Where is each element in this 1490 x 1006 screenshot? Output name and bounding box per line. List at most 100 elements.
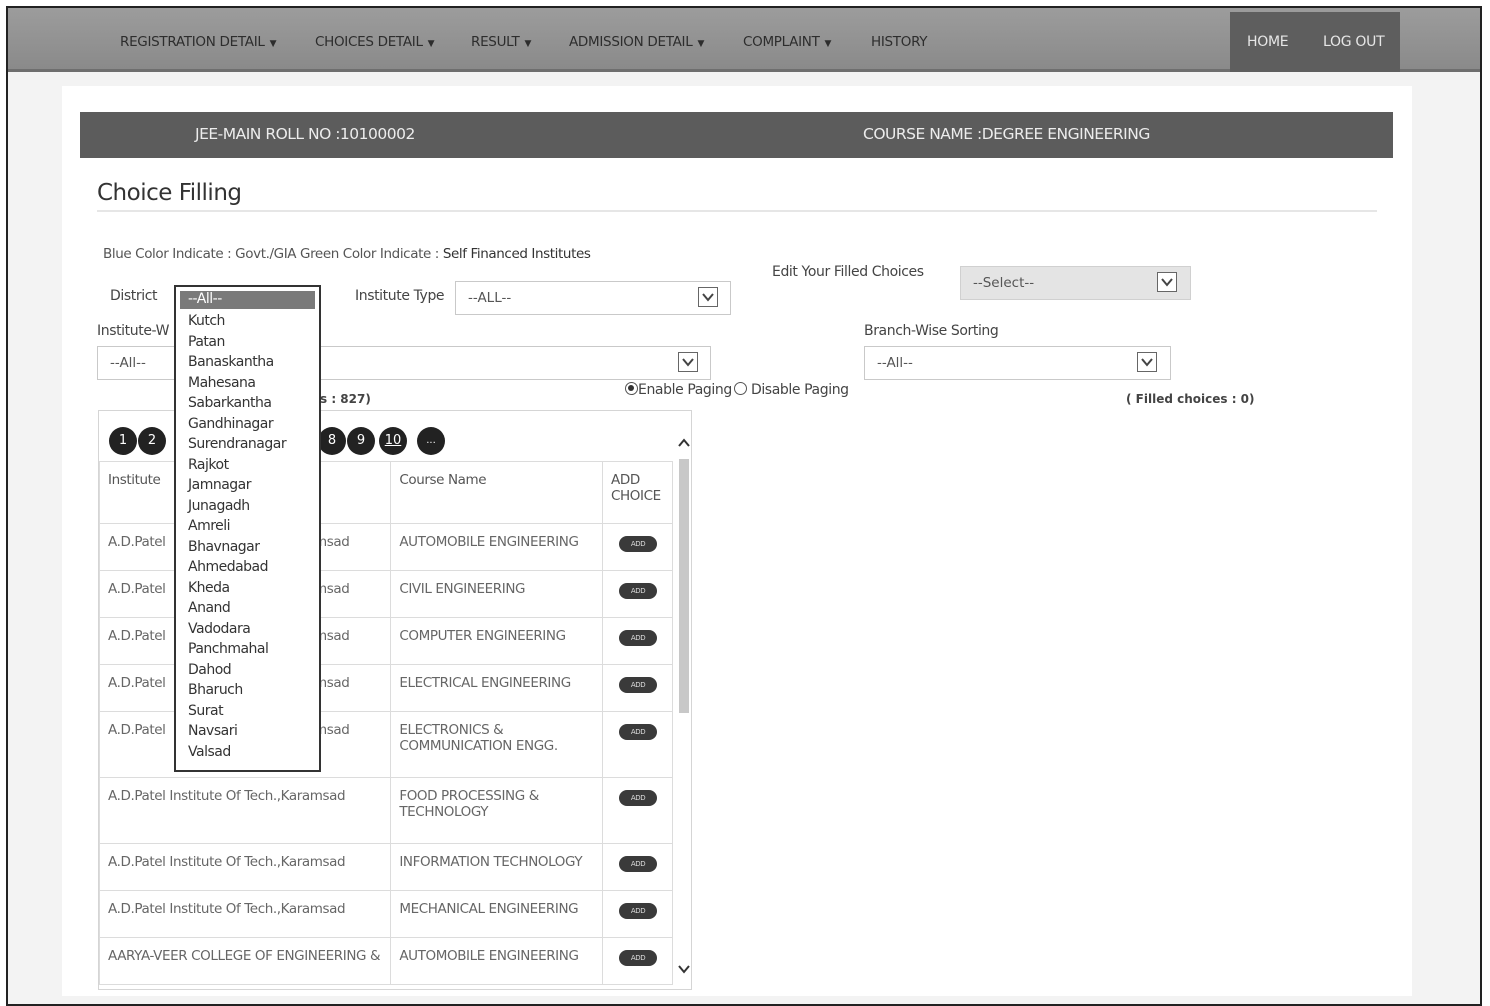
add-choice-button[interactable]: ADD bbox=[619, 950, 657, 966]
district-option[interactable]: Navsari bbox=[176, 721, 319, 742]
nav-home[interactable]: HOME bbox=[1247, 34, 1289, 50]
col-add-choice: ADD CHOICE bbox=[602, 461, 673, 524]
district-option[interactable]: Valsad bbox=[176, 742, 319, 763]
district-option[interactable]: Panchmahal bbox=[176, 639, 319, 660]
institute-type-select[interactable]: --ALL-- bbox=[455, 281, 731, 315]
district-option[interactable]: Anand bbox=[176, 598, 319, 619]
candidate-info-bar: JEE-MAIN ROLL NO :10100002 COURSE NAME :… bbox=[80, 112, 1393, 158]
branch-sort-label: Branch-Wise Sorting bbox=[864, 323, 999, 339]
district-option[interactable]: Mahesana bbox=[176, 373, 319, 394]
scrollbar-thumb[interactable] bbox=[679, 459, 689, 713]
district-option[interactable]: Bharuch bbox=[176, 680, 319, 701]
table-row: AARYA-VEER COLLEGE OF ENGINEERING & AUTOM… bbox=[99, 937, 673, 985]
add-cell: ADD bbox=[602, 890, 673, 938]
add-cell: ADD bbox=[602, 711, 673, 778]
district-option[interactable]: Rajkot bbox=[176, 455, 319, 476]
nav-result[interactable]: RESULT ▼ bbox=[471, 34, 531, 50]
caret-down-icon: ▼ bbox=[824, 39, 832, 49]
district-option[interactable]: Bhavnagar bbox=[176, 537, 319, 558]
district-option[interactable]: Junagadh bbox=[176, 496, 319, 517]
district-option[interactable]: Kutch bbox=[176, 311, 319, 332]
district-dropdown-list[interactable]: --All-- Kutch Patan Banaskantha Mahesana Saba… bbox=[174, 285, 321, 772]
col-course: Course Name bbox=[390, 461, 603, 524]
title-divider bbox=[97, 210, 1377, 212]
add-choice-button[interactable]: ADD bbox=[619, 790, 657, 806]
page-button[interactable]: 1 bbox=[109, 427, 137, 455]
caret-down-icon: ▼ bbox=[269, 39, 277, 49]
page-button[interactable]: 2 bbox=[138, 427, 166, 455]
district-option[interactable]: Surat bbox=[176, 701, 319, 722]
district-option[interactable]: Vadodara bbox=[176, 619, 319, 640]
institute-name: A.D.Patel bbox=[108, 534, 166, 550]
course-cell: AUTOMOBILE ENGINEERING bbox=[390, 523, 603, 571]
page-button[interactable]: 10 bbox=[379, 427, 407, 455]
institute-wise-value: --All-- bbox=[110, 355, 146, 371]
add-cell: ADD bbox=[602, 664, 673, 712]
course-name: INFORMATION TECHNOLOGY bbox=[399, 854, 583, 870]
nav-logout[interactable]: LOG OUT bbox=[1323, 34, 1385, 50]
enable-paging-radio[interactable] bbox=[625, 382, 638, 395]
district-option[interactable]: Gandhinagar bbox=[176, 414, 319, 435]
course-name: COMPUTER ENGINEERING bbox=[399, 628, 566, 644]
course-name: COURSE NAME :DEGREE ENGINEERING bbox=[863, 125, 1150, 143]
roll-number: JEE-MAIN ROLL NO :10100002 bbox=[195, 125, 415, 143]
add-cell: ADD bbox=[602, 523, 673, 571]
district-option[interactable]: Ahmedabad bbox=[176, 557, 319, 578]
nav-registration-detail[interactable]: REGISTRATION DETAIL ▼ bbox=[120, 34, 277, 50]
add-cell: ADD bbox=[602, 777, 673, 844]
district-option-selected[interactable]: --All-- bbox=[180, 291, 315, 309]
enable-paging-label: Enable Paging bbox=[638, 382, 732, 398]
add-choice-button[interactable]: ADD bbox=[619, 724, 657, 740]
caret-down-icon: ▼ bbox=[427, 39, 435, 49]
institute-name: A.D.Patel Institute Of Tech.,Karamsad bbox=[108, 788, 346, 804]
chevron-down-icon bbox=[678, 352, 698, 372]
course-cell: FOOD PROCESSING & TECHNOLOGY bbox=[390, 777, 603, 844]
add-choice-button[interactable]: ADD bbox=[619, 903, 657, 919]
add-choice-button[interactable]: ADD bbox=[619, 856, 657, 872]
add-choice-button[interactable]: ADD bbox=[619, 583, 657, 599]
add-choice-button[interactable]: ADD bbox=[619, 630, 657, 646]
course-name: MECHANICAL ENGINEERING bbox=[399, 901, 579, 917]
institute-cell: AARYA-VEER COLLEGE OF ENGINEERING & bbox=[99, 937, 392, 985]
district-option[interactable]: Jamnagar bbox=[176, 475, 319, 496]
edit-filled-select[interactable]: --Select-- bbox=[960, 266, 1191, 300]
district-option[interactable]: Amreli bbox=[176, 516, 319, 537]
nav-complaint[interactable]: COMPLAINT ▼ bbox=[743, 34, 831, 50]
chevron-down-icon[interactable] bbox=[677, 963, 691, 975]
branch-sort-select[interactable]: --All-- bbox=[864, 346, 1171, 380]
page-title: Choice Filling bbox=[97, 180, 242, 206]
table-scrollbar[interactable] bbox=[677, 433, 691, 981]
page-button[interactable]: 9 bbox=[347, 427, 375, 455]
district-option[interactable]: Surendranagar bbox=[176, 434, 319, 455]
page-button[interactable]: 8 bbox=[318, 427, 346, 455]
district-label: District bbox=[110, 288, 158, 304]
district-option[interactable]: Banaskantha bbox=[176, 352, 319, 373]
add-choice-button[interactable]: ADD bbox=[619, 536, 657, 552]
district-option[interactable]: Dahod bbox=[176, 660, 319, 681]
chevron-down-icon bbox=[1137, 352, 1157, 372]
disable-paging-radio[interactable] bbox=[733, 382, 747, 395]
page-button-more[interactable]: ... bbox=[417, 427, 445, 455]
nav-label: CHOICES DETAIL bbox=[315, 34, 423, 50]
nav-history[interactable]: HISTORY bbox=[871, 34, 928, 50]
district-option[interactable]: Kheda bbox=[176, 578, 319, 599]
add-choice-button[interactable]: ADD bbox=[619, 677, 657, 693]
district-option[interactable]: Sabarkantha bbox=[176, 393, 319, 414]
course-name: AUTOMOBILE ENGINEERING bbox=[399, 948, 579, 964]
course-name: ELECTRONICS & bbox=[399, 722, 504, 738]
institute-type-label: Institute Type bbox=[355, 288, 445, 304]
course-cell: ELECTRONICS & COMMUNICATION ENGG. bbox=[390, 711, 603, 778]
chevron-up-icon[interactable] bbox=[677, 437, 691, 449]
institute-name: A.D.Patel bbox=[108, 628, 166, 644]
nav-choices-detail[interactable]: CHOICES DETAIL ▼ bbox=[315, 34, 435, 50]
course-cell: AUTOMOBILE ENGINEERING bbox=[390, 937, 603, 985]
institute-name: A.D.Patel Institute Of Tech.,Karamsad bbox=[108, 854, 346, 870]
caret-down-icon: ▼ bbox=[524, 39, 532, 49]
chevron-down-icon bbox=[1157, 272, 1177, 292]
district-option[interactable]: Patan bbox=[176, 332, 319, 353]
add-cell: ADD bbox=[602, 570, 673, 618]
disable-paging-label: Disable Paging bbox=[750, 382, 849, 398]
add-cell: ADD bbox=[602, 617, 673, 665]
institute-name: AARYA-VEER COLLEGE OF ENGINEERING & bbox=[108, 948, 381, 964]
nav-admission-detail[interactable]: ADMISSION DETAIL ▼ bbox=[569, 34, 704, 50]
